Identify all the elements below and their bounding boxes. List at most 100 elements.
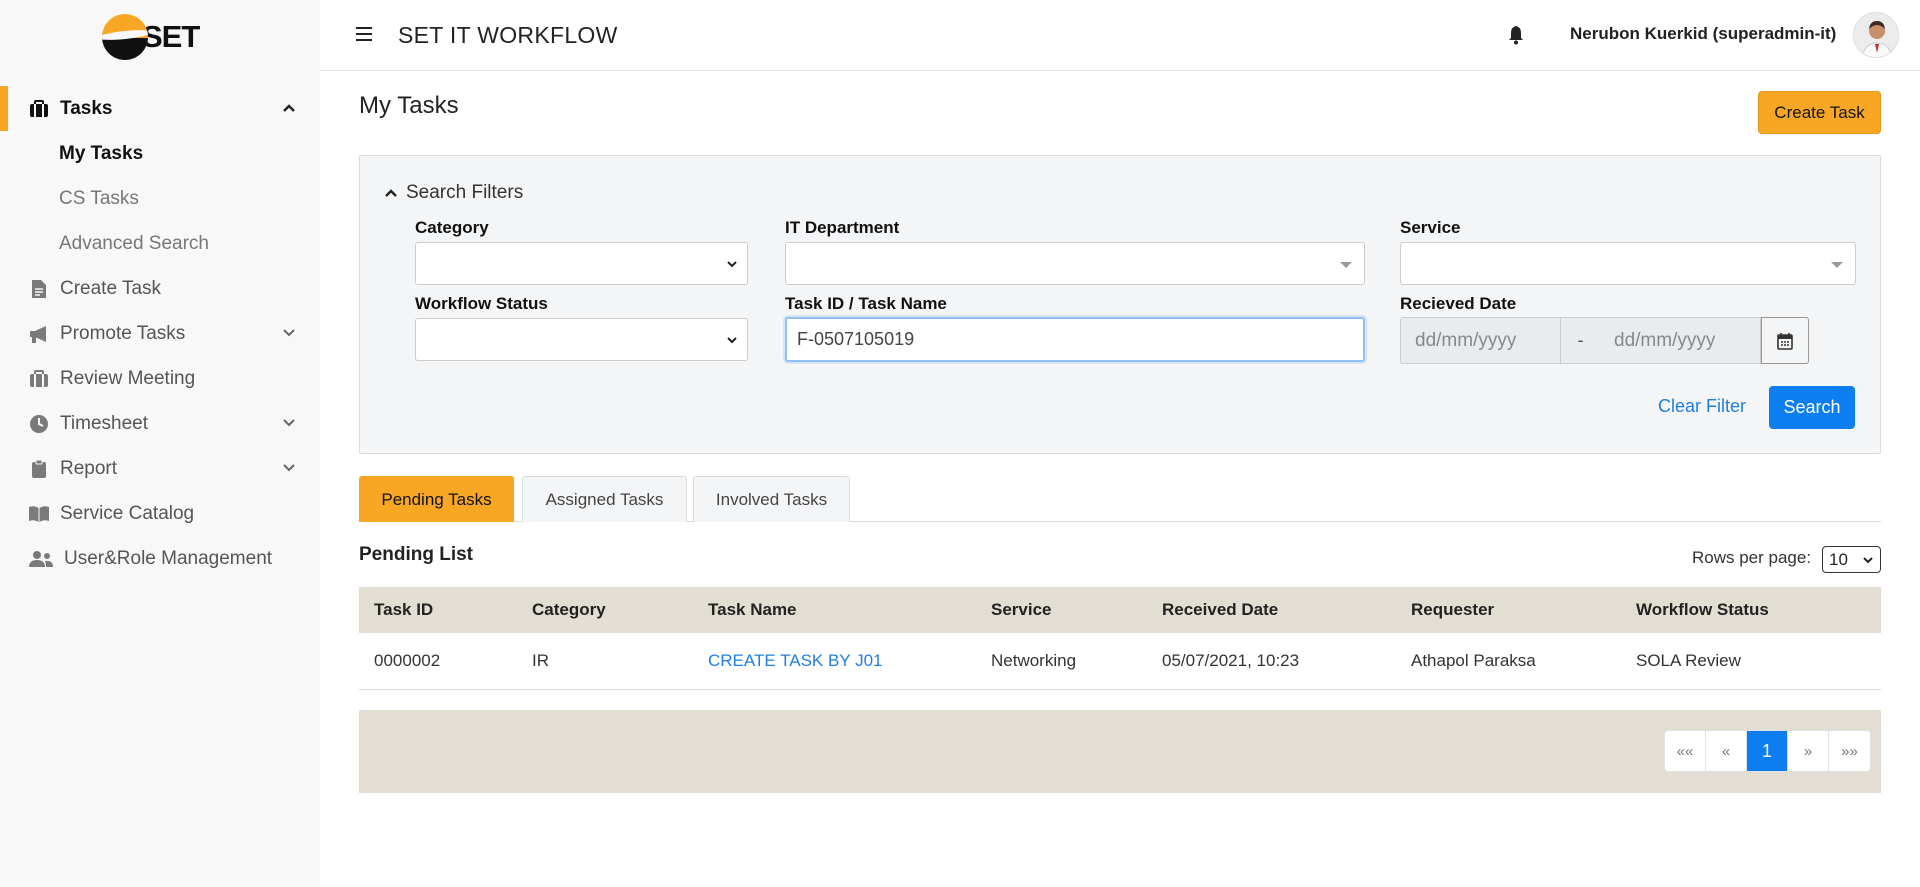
column-header[interactable]: Task ID: [374, 600, 433, 620]
sidebar-item-label: Tasks: [60, 97, 113, 119]
chevron-up-icon: [283, 104, 295, 112]
received-date-cell: 05/07/2021, 10:23: [1162, 651, 1300, 670]
briefcase-icon: [28, 98, 50, 120]
search-filters-toggle[interactable]: Search Filters: [384, 182, 523, 204]
task-id-cell: 0000002: [374, 651, 441, 670]
date-from-input[interactable]: dd/mm/yyyy: [1400, 317, 1561, 364]
task-tabs: Pending Tasks Assigned Tasks Involved Ta…: [359, 476, 1881, 522]
table-row[interactable]: 0000002 IR CREATE TASK BY J01 Networking…: [359, 633, 1881, 690]
sidebar-item-label: Promote Tasks: [60, 322, 186, 344]
next-page-button[interactable]: »: [1788, 731, 1829, 771]
rows-per-page-select[interactable]: 10: [1822, 546, 1881, 573]
file-icon: [28, 278, 50, 300]
rows-per-page-label: Rows per page:: [1692, 548, 1812, 567]
category-cell: IR: [532, 651, 549, 670]
previous-page-button[interactable]: «: [1706, 731, 1747, 771]
search-filters-panel: Search Filters Category IT Department Se…: [359, 155, 1881, 454]
sidebar-item-user-role-management[interactable]: User&Role Management: [0, 536, 320, 581]
sidebar-item-label: User&Role Management: [64, 547, 273, 569]
calendar-icon: [1777, 332, 1793, 350]
tab-pending-tasks[interactable]: Pending Tasks: [359, 476, 514, 522]
clear-filter-link[interactable]: Clear Filter: [1658, 396, 1746, 417]
pagination-bar: «« « 1 » »»: [359, 710, 1881, 793]
sidebar-item-advanced-search[interactable]: Advanced Search: [0, 221, 320, 266]
calendar-button[interactable]: [1761, 317, 1809, 364]
dropdown-arrow-icon: [1340, 262, 1352, 268]
pending-list-title: Pending List: [359, 544, 473, 565]
service-label: Service: [1400, 218, 1461, 237]
category-label: Category: [415, 218, 489, 237]
set-logo[interactable]: SET: [102, 14, 200, 60]
sidebar-item-label: Service Catalog: [60, 502, 195, 524]
workflow-status-select[interactable]: [415, 318, 748, 361]
column-header[interactable]: Requester: [1411, 600, 1494, 620]
search-button[interactable]: Search: [1769, 386, 1855, 429]
chevron-down-icon: [1863, 557, 1873, 564]
chevron-down-icon: [283, 329, 295, 337]
column-header[interactable]: Received Date: [1162, 600, 1278, 620]
pending-tasks-table: Task ID Category Task Name Service Recei…: [359, 587, 1881, 690]
sidebar-item-cs-tasks[interactable]: CS Tasks: [0, 176, 320, 221]
pagination: «« « 1 » »»: [1664, 730, 1871, 772]
last-page-button[interactable]: »»: [1829, 731, 1870, 771]
bell-icon[interactable]: [1507, 25, 1525, 45]
sidebar-item-my-tasks[interactable]: My Tasks: [0, 131, 320, 176]
sidebar-item-service-catalog[interactable]: Service Catalog: [0, 491, 320, 536]
chevron-down-icon: [283, 419, 295, 427]
sidebar-item-tasks[interactable]: Tasks: [0, 86, 320, 131]
page-1-button[interactable]: 1: [1747, 731, 1788, 771]
received-date-label: Recieved Date: [1400, 294, 1517, 313]
column-header[interactable]: Task Name: [708, 600, 797, 620]
date-separator: -: [1561, 317, 1600, 364]
tab-involved-tasks[interactable]: Involved Tasks: [693, 476, 850, 522]
chevron-down-icon: [727, 337, 737, 344]
dropdown-arrow-icon: [1831, 262, 1843, 268]
date-to-input[interactable]: dd/mm/yyyy: [1600, 317, 1761, 364]
it-department-select[interactable]: [785, 242, 1365, 285]
workflow-status-cell: SOLA Review: [1636, 651, 1741, 670]
requester-cell: Athapol Paraksa: [1411, 651, 1536, 670]
page-title: My Tasks: [359, 92, 459, 119]
service-select[interactable]: [1400, 242, 1856, 285]
clipboard-icon: [28, 458, 50, 480]
clock-icon: [28, 413, 50, 435]
chevron-up-icon: [385, 189, 397, 197]
task-id-name-label: Task ID / Task Name: [785, 294, 947, 313]
column-header[interactable]: Workflow Status: [1636, 600, 1769, 620]
avatar[interactable]: [1853, 12, 1899, 58]
hamburger-menu-icon[interactable]: [356, 27, 372, 41]
user-name[interactable]: Nerubon Kuerkid (superadmin-it): [1570, 24, 1836, 44]
tab-assigned-tasks[interactable]: Assigned Tasks: [522, 476, 687, 522]
task-name-link[interactable]: CREATE TASK BY J01: [708, 651, 882, 671]
sidebar-item-label: Review Meeting: [60, 367, 196, 389]
sidebar-item-review-meeting[interactable]: Review Meeting: [0, 356, 320, 401]
book-icon: [28, 503, 50, 525]
briefcase-icon: [28, 368, 50, 390]
column-header[interactable]: Category: [532, 600, 606, 620]
task-id-name-input[interactable]: [785, 317, 1365, 362]
sidebar-item-label: Create Task: [60, 277, 162, 299]
column-header[interactable]: Service: [991, 600, 1052, 620]
table-header-row: Task ID Category Task Name Service Recei…: [359, 587, 1881, 633]
sidebar-item-timesheet[interactable]: Timesheet: [0, 401, 320, 446]
it-department-label: IT Department: [785, 218, 900, 237]
rows-per-page-value: 10: [1829, 549, 1848, 569]
chevron-down-icon: [727, 261, 737, 268]
sidebar-item-create-task[interactable]: Create Task: [0, 266, 320, 311]
logo-mark: [102, 14, 148, 60]
users-icon: [28, 548, 54, 570]
category-select[interactable]: [415, 242, 748, 285]
chevron-down-icon: [283, 464, 295, 472]
create-task-button[interactable]: Create Task: [1758, 91, 1881, 134]
sidebar-item-report[interactable]: Report: [0, 446, 320, 491]
sidebar-item-promote-tasks[interactable]: Promote Tasks: [0, 311, 320, 356]
search-filters-label: Search Filters: [406, 182, 524, 203]
sidebar-nav: Tasks My Tasks CS Tasks Advanced Search …: [0, 86, 320, 581]
top-header: SET IT WORKFLOW Nerubon Kuerkid (superad…: [320, 0, 1920, 71]
first-page-button[interactable]: ««: [1665, 731, 1706, 771]
sidebar-item-label: Report: [60, 457, 118, 479]
app-title: SET IT WORKFLOW: [398, 22, 618, 48]
workflow-status-label: Workflow Status: [415, 294, 548, 313]
megaphone-icon: [28, 323, 50, 345]
sidebar: SET Tasks My Tasks CS Tasks Advanced Sea…: [0, 0, 320, 887]
